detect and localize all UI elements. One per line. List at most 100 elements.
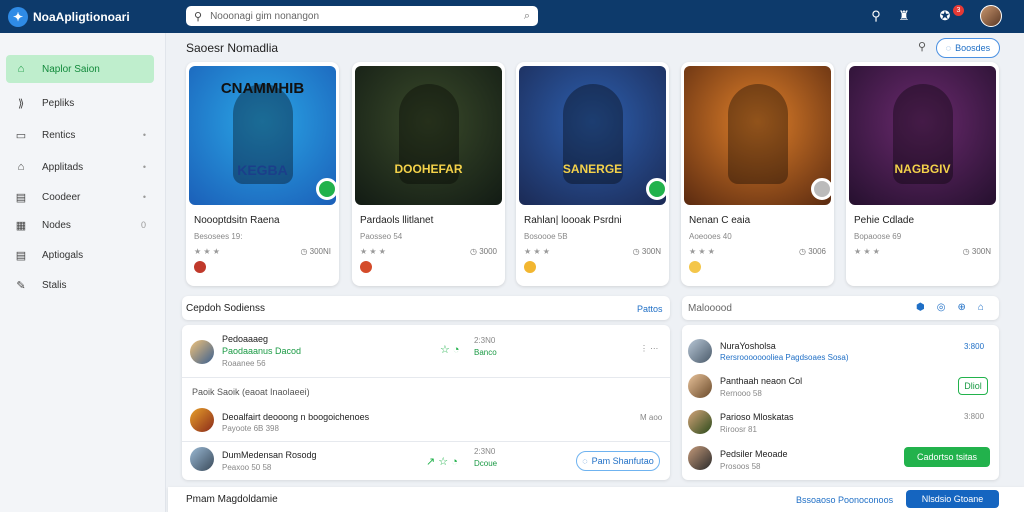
notification-badge: 3 — [953, 5, 964, 16]
game-card[interactable]: DOOHEFAR Pardaols llitlanet Paosseo 54 ★ ★ … — [352, 62, 505, 286]
row-meta: 3:800 — [964, 342, 985, 351]
sidebar-item-0[interactable]: ⌂ Naplor Saion — [6, 55, 154, 83]
more-icon[interactable]: M aoo — [640, 413, 662, 422]
row-title[interactable]: NuraYosholsa — [720, 341, 776, 351]
game-card[interactable]: Nenan C eaia Aoeooes 40 ★ ★ ★ ◷ 3006 — [681, 62, 834, 286]
game-card[interactable]: CNAMMHIB KEGBA Noooptdsitn Raena Besosees 1… — [186, 62, 339, 286]
bell-icon[interactable]: ♜ — [896, 8, 912, 24]
row-meta: Banco — [474, 348, 497, 357]
archive-icon: ▤ — [15, 249, 27, 262]
sidebar-item-5[interactable]: ▦ Nodes 0 — [6, 211, 154, 239]
card-subtitle: Paosseo 54 — [360, 232, 403, 241]
app-title[interactable]: NoaApligtionoari — [33, 10, 130, 24]
panel-link[interactable]: Pattos — [637, 304, 663, 314]
sidebar-item-4[interactable]: ▤ Coodeer • — [6, 183, 154, 211]
more-icon[interactable]: ⋮ ⋯ — [640, 344, 658, 353]
game-cover-image[interactable]: DOOHEFAR — [355, 66, 502, 205]
left-panel-header: Cepdoh Sodienss Pattos — [182, 296, 670, 320]
panel-action-icons[interactable]: ⬢◎⊕⌂ — [916, 302, 996, 313]
green-action-button[interactable]: Cadortso tsitas — [904, 447, 990, 467]
row-title[interactable]: Pedsiler Meoade — [720, 449, 788, 459]
boosdes-button[interactable]: ◌ Boosdes — [936, 38, 1000, 58]
download-count: ◷ 3006 — [799, 247, 826, 256]
sidebar-item-3[interactable]: ⌂ Applitads • — [6, 153, 154, 181]
row-title[interactable]: Pedoaaaeg — [222, 334, 268, 344]
sidebar-item-1[interactable]: ⟫ Pepliks — [6, 89, 154, 117]
search-bar[interactable]: ⚲ Nooonagi gim nonangon ⌕ — [186, 6, 538, 26]
rating-stars: ★ ★ ★ — [194, 247, 220, 256]
search-input[interactable]: Nooonagi gim nonangon — [210, 11, 524, 22]
installed-icon[interactable] — [646, 178, 668, 200]
row-title[interactable]: DumMedensan Rosodg — [222, 450, 317, 460]
row-sub: Peaxoo 50 58 — [222, 463, 272, 472]
card-title: Noooptdsitn Raena — [194, 215, 280, 226]
sidebar-item-label: Stalis — [42, 279, 67, 291]
avatar[interactable] — [688, 410, 712, 434]
profile-avatar[interactable] — [980, 5, 1002, 27]
action-button[interactable]: ◌ Pam Shanfutao — [576, 451, 660, 471]
star-icon[interactable]: ↗ ☆ ◔ — [426, 455, 458, 468]
developer-icon — [524, 261, 536, 273]
game-logo-text: CNAMMHIB — [220, 80, 305, 97]
game-cover-image[interactable]: CNAMMHIB KEGBA — [189, 66, 336, 205]
avatar[interactable] — [688, 374, 712, 398]
boosdes-label: Boosdes — [955, 43, 991, 53]
star-icon[interactable]: ☆ ◔ — [440, 343, 460, 356]
avatar[interactable] — [688, 339, 712, 363]
developer-icon — [360, 261, 372, 273]
game-cover-image[interactable]: NAGBGIV — [849, 66, 996, 205]
game-card[interactable]: NAGBGIV Pehie Cdlade Bopaoose 69 ★ ★ ★ ◷ 300… — [846, 62, 999, 286]
card-subtitle: Besosees 19: — [194, 232, 243, 241]
game-card[interactable]: SANERGE Rahlan| loooak Psrdni Bosoooe 5B ★ … — [516, 62, 669, 286]
heart-icon[interactable] — [811, 178, 833, 200]
rating-stars: ★ ★ ★ — [689, 247, 715, 256]
avatar[interactable] — [190, 447, 214, 471]
divider — [182, 377, 670, 378]
dliol-button[interactable]: Dliol — [958, 377, 988, 395]
game-cover-image[interactable]: SANERGE — [519, 66, 666, 205]
divider — [182, 441, 670, 442]
row-title[interactable]: Parioso Mloskatas — [720, 412, 794, 422]
sidebar-item-6[interactable]: ▤ Aptiogals — [6, 241, 154, 269]
sidebar-item-2[interactable]: ▭ Rentics • — [6, 121, 154, 149]
game-cover-image[interactable] — [684, 66, 831, 205]
footer-link[interactable]: Bssoaoso Poonoconoos — [796, 495, 893, 505]
character-figure — [728, 84, 788, 184]
right-panel-header: Malooood ⬢◎⊕⌂ — [682, 296, 999, 320]
sidebar-item-label: Rentics — [42, 129, 76, 141]
sidebar-item-label: Naplor Saion — [42, 63, 100, 75]
panel-title: Malooood — [688, 303, 732, 314]
row-sub: Riroosr 81 — [720, 425, 757, 434]
action-label: Pam Shanfutao — [591, 456, 654, 466]
sidebar-item-label: Pepliks — [42, 97, 75, 109]
footer-title: Pmam Magdoldamie — [186, 494, 278, 505]
avatar[interactable] — [688, 446, 712, 470]
camera-icon[interactable]: ⌕ — [524, 10, 530, 23]
row-sub: Prosoos 58 — [720, 462, 761, 471]
card-title: Nenan C eaia — [689, 215, 751, 226]
row-meta: 2:3N0 — [474, 336, 496, 345]
avatar[interactable] — [190, 340, 214, 364]
avatar[interactable] — [190, 408, 214, 432]
row-title[interactable]: Panthaah neaon Col — [720, 376, 802, 386]
installed-icon[interactable] — [316, 178, 338, 200]
game-logo-text: DOOHEFAR — [394, 162, 463, 176]
row-highlight: Paodaaanus Dacod — [222, 346, 302, 356]
sidebar-item-7[interactable]: ✎ Stalis — [6, 271, 154, 299]
row-title[interactable]: Deoalfairt deooong n boogoichenoes — [222, 412, 369, 422]
row-meta: 3:800 — [964, 412, 985, 421]
card-subtitle: Bosoooe 5B — [524, 232, 568, 241]
search-icon[interactable]: ⚲ — [868, 8, 884, 24]
game-logo-text: NAGBGIV — [894, 162, 951, 176]
rating-stars: ★ ★ ★ — [854, 247, 880, 256]
sidebar-item-label: Aptiogals — [42, 249, 84, 261]
app-logo-icon[interactable]: ✦ — [8, 7, 28, 27]
row-sub: Payoote 6B 398 — [222, 424, 279, 433]
sidebar-item-indicator: • — [142, 192, 146, 202]
footer-button[interactable]: Nlsdsio Gtoane — [906, 490, 999, 508]
left-panel: Pedoaaaeg Paodaaanus Dacod Roaanee 56 ☆ … — [182, 325, 670, 480]
pen-icon: ✎ — [16, 279, 26, 292]
filter-icon[interactable]: ⚲ — [918, 40, 926, 53]
sidebar-item-indicator: • — [142, 130, 146, 140]
notification-icon[interactable]: ✪ — [937, 8, 953, 24]
